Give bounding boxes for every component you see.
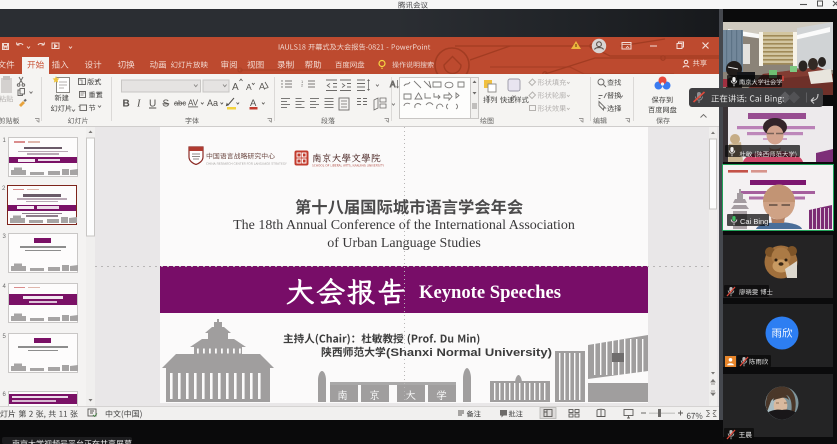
svg-text:A: A xyxy=(390,80,396,89)
svg-text:A: A xyxy=(259,82,265,92)
svg-text:abc: abc xyxy=(174,99,186,108)
svg-text:2: 2 xyxy=(301,83,304,88)
svg-text:A: A xyxy=(232,82,239,93)
svg-text:U: U xyxy=(149,99,156,110)
svg-text:Aa: Aa xyxy=(207,98,218,108)
svg-text:I: I xyxy=(136,99,141,110)
svg-text:AV: AV xyxy=(188,99,199,108)
svg-text:B: B xyxy=(123,99,130,110)
svg-text:A: A xyxy=(246,82,252,92)
svg-text:S: S xyxy=(163,99,170,110)
